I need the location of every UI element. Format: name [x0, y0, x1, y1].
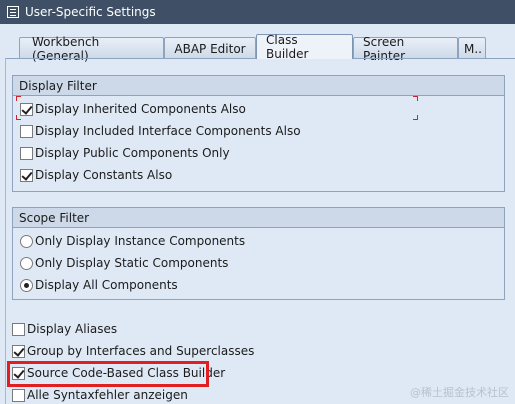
tab-label: Class Builder: [266, 33, 309, 61]
instance-components-option[interactable]: Only Display Instance Components: [20, 232, 245, 250]
static-components-option[interactable]: Only Display Static Components: [20, 254, 228, 272]
display-constants-checkbox[interactable]: [20, 168, 33, 182]
source-code-based-label: Source Code-Based Class Builder: [27, 366, 226, 380]
display-included-interface-option[interactable]: Display Included Interface Components Al…: [20, 122, 301, 140]
tab-workbench-general[interactable]: Workbench (General): [19, 35, 164, 63]
tab-screen-painter[interactable]: Screen Painter: [353, 35, 458, 63]
all-components-label: Display All Components: [35, 278, 178, 292]
tab-class-builder[interactable]: Class Builder: [256, 33, 353, 61]
show-all-syntax-errors-checkbox[interactable]: [12, 388, 25, 402]
display-inherited-option[interactable]: Display Inherited Components Also: [20, 100, 246, 118]
show-all-syntax-errors-option[interactable]: Alle Syntaxfehler anzeigen: [12, 386, 188, 404]
display-filter-title: Display Filter: [13, 76, 504, 96]
tab-more[interactable]: M..: [458, 37, 486, 59]
window-title: User-Specific Settings: [25, 5, 156, 19]
display-aliases-label: Display Aliases: [27, 322, 118, 336]
all-components-radio[interactable]: [20, 278, 33, 292]
group-by-interfaces-label: Group by Interfaces and Superclasses: [27, 344, 255, 358]
left-border: [0, 58, 6, 404]
group-by-interfaces-option[interactable]: Group by Interfaces and Superclasses: [12, 342, 254, 360]
display-constants-label: Display Constants Also: [35, 168, 173, 182]
group-by-interfaces-checkbox[interactable]: [12, 344, 25, 358]
source-code-based-option[interactable]: Source Code-Based Class Builder: [12, 364, 225, 382]
title-bar: User-Specific Settings: [0, 0, 515, 24]
display-included-interface-label: Display Included Interface Components Al…: [35, 124, 301, 138]
tab-bar: Workbench (General) ABAP Editor Class Bu…: [19, 33, 486, 63]
tab-label: M..: [464, 41, 482, 56]
tab-label: ABAP Editor: [174, 41, 246, 56]
focus-corner-icon: [413, 115, 418, 120]
settings-dialog: Workbench (General) ABAP Editor Class Bu…: [0, 24, 515, 404]
instance-components-label: Only Display Instance Components: [35, 234, 246, 248]
focus-corner-icon: [413, 96, 418, 101]
scope-filter-title: Scope Filter: [13, 208, 504, 228]
display-constants-option[interactable]: Display Constants Also: [20, 166, 172, 184]
tab-abap-editor[interactable]: ABAP Editor: [164, 37, 256, 59]
focus-corner-icon: [16, 96, 21, 101]
instance-components-radio[interactable]: [20, 234, 33, 248]
display-aliases-option[interactable]: Display Aliases: [12, 320, 117, 338]
display-aliases-checkbox[interactable]: [12, 322, 25, 336]
display-public-only-label: Display Public Components Only: [35, 146, 230, 160]
display-inherited-checkbox[interactable]: [20, 102, 33, 116]
all-components-option[interactable]: Display All Components: [20, 276, 178, 294]
source-code-based-checkbox[interactable]: [12, 366, 25, 380]
window-icon: [7, 6, 19, 18]
display-included-interface-checkbox[interactable]: [20, 124, 33, 138]
static-components-label: Only Display Static Components: [35, 256, 229, 270]
display-public-only-checkbox[interactable]: [20, 146, 33, 160]
static-components-radio[interactable]: [20, 256, 33, 270]
display-public-only-option[interactable]: Display Public Components Only: [20, 144, 230, 162]
display-inherited-label: Display Inherited Components Also: [35, 102, 246, 116]
show-all-syntax-errors-label: Alle Syntaxfehler anzeigen: [27, 388, 188, 402]
watermark: @稀土掘金技术社区: [410, 386, 509, 399]
focus-corner-icon: [16, 115, 21, 120]
